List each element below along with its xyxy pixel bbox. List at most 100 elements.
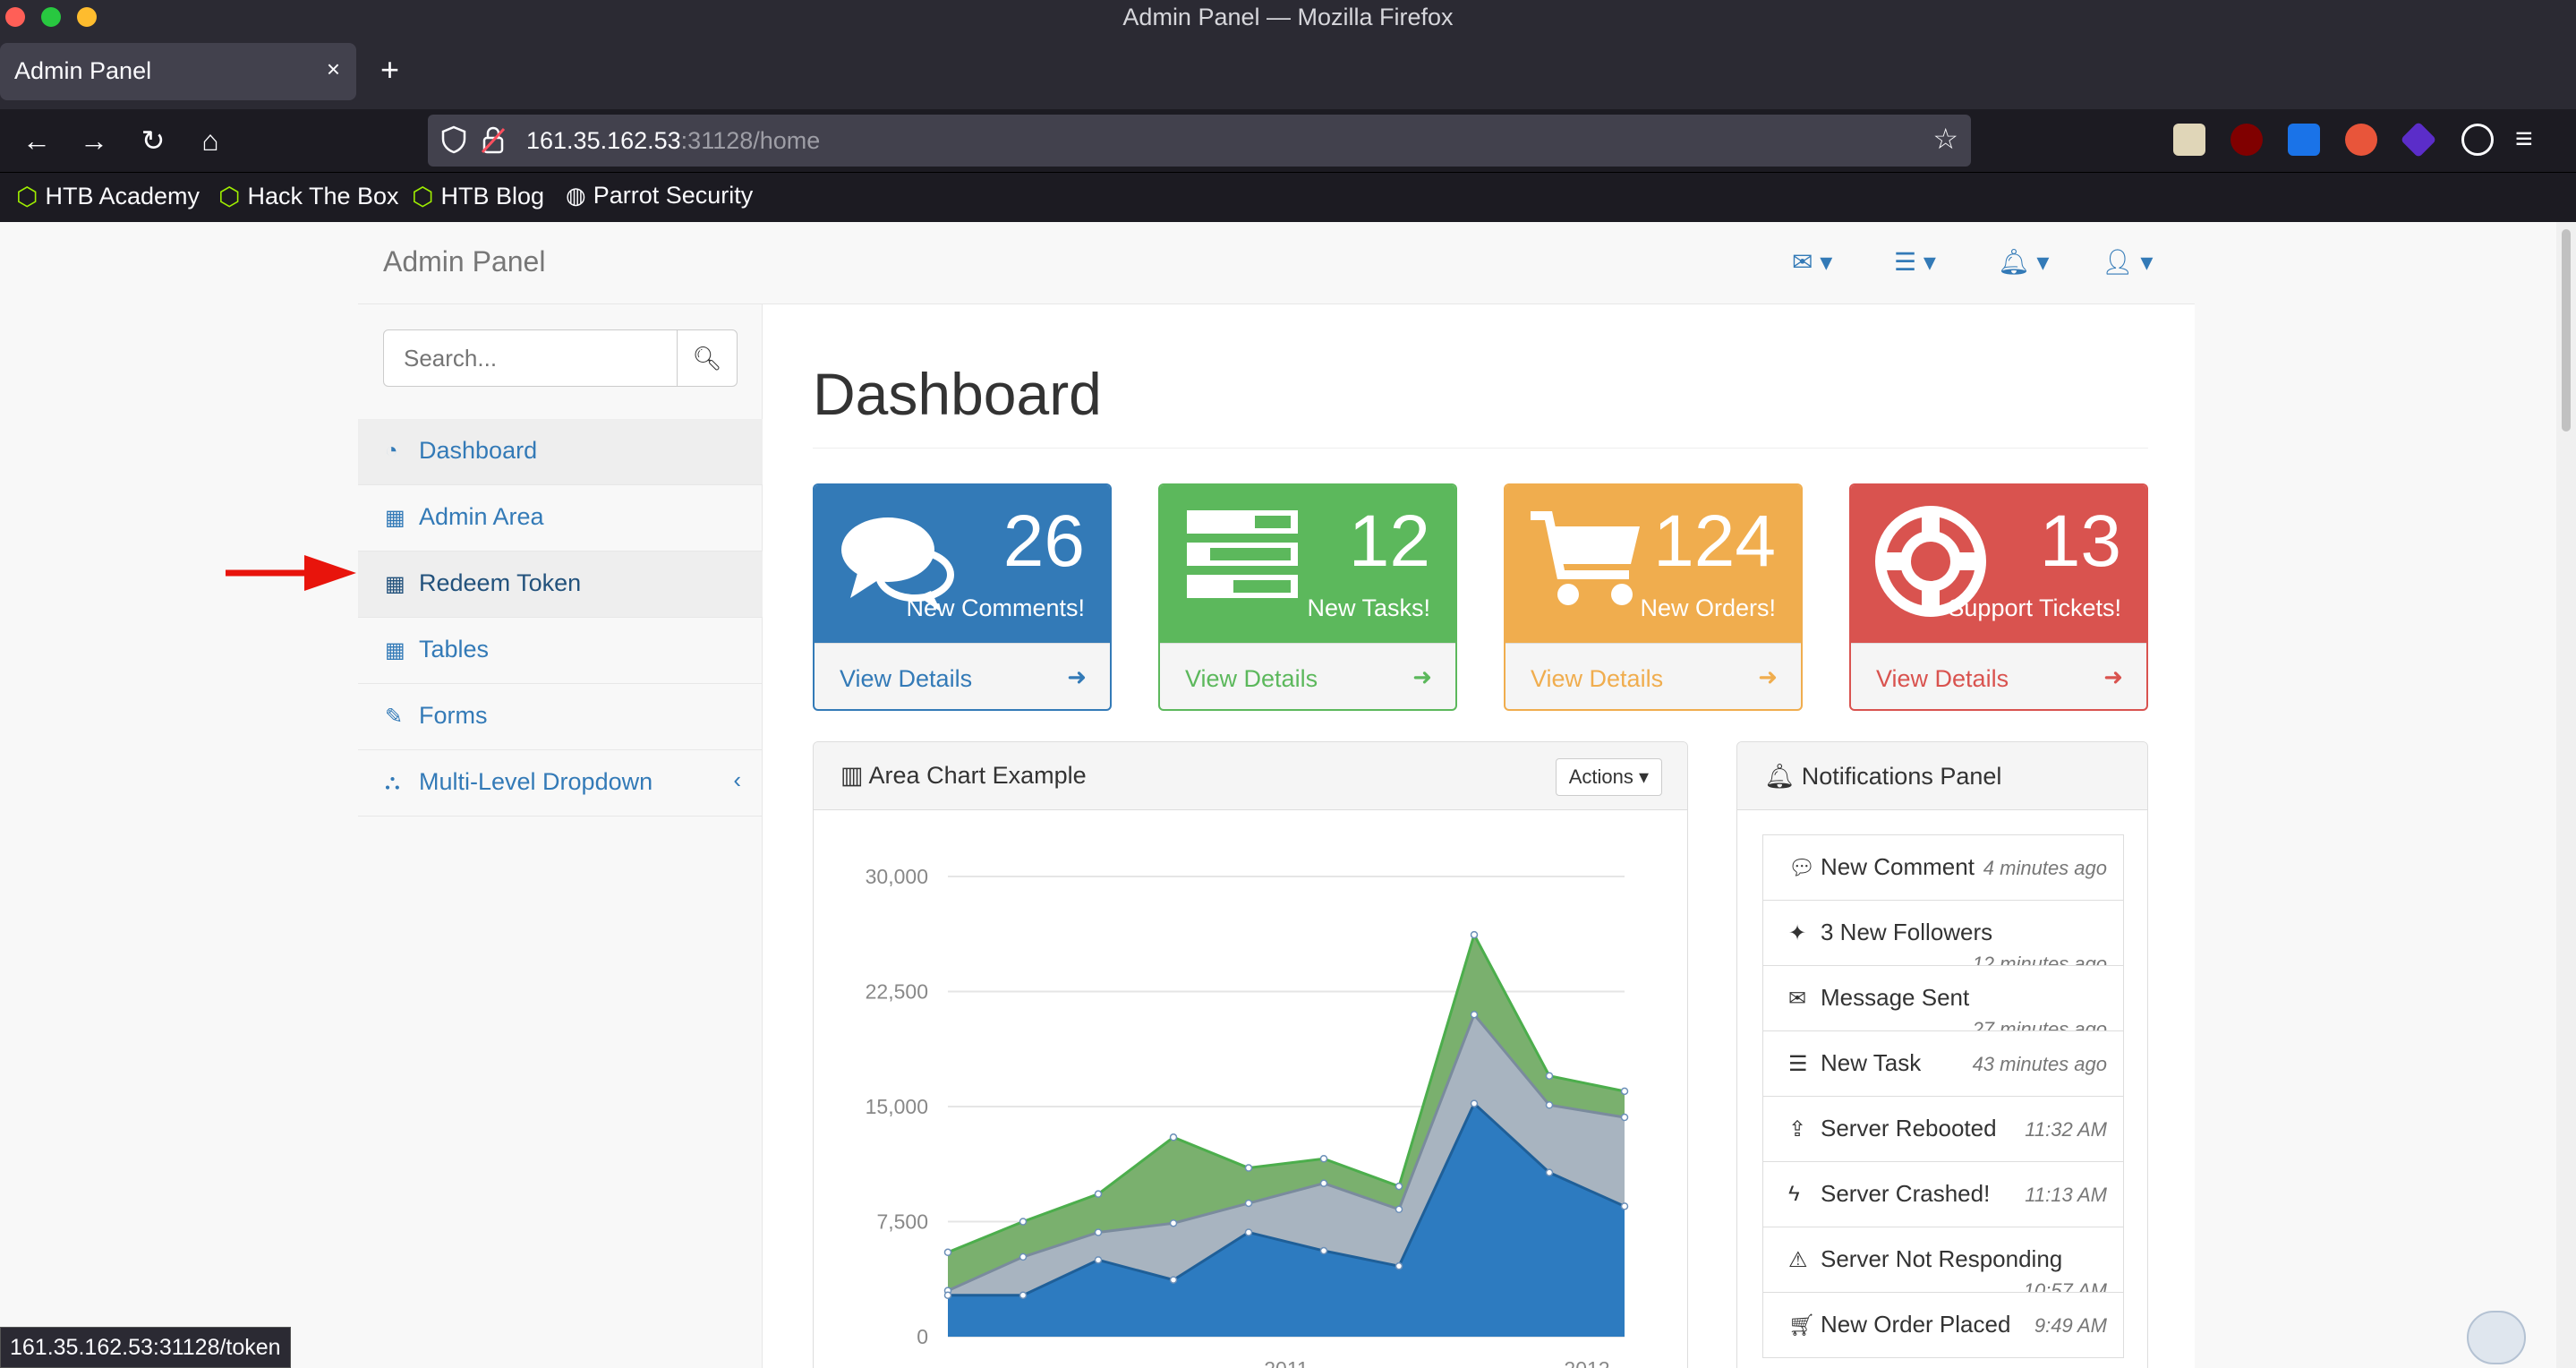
- page-viewport: Admin Panel ✉ ▾ ☰ ▾ 🔔︎ ▾ 👤︎ ▾ 🔍︎ ◔ Dashb…: [0, 222, 2576, 1368]
- tab-admin-panel[interactable]: Admin Panel ×: [0, 43, 356, 100]
- data-point: [1019, 1291, 1028, 1299]
- heading-divider: [813, 448, 2148, 449]
- view-details-link[interactable]: View Details ➜: [815, 643, 1110, 709]
- notifications-title: 🔔︎ Notifications Panel: [1764, 762, 2001, 791]
- window-titlebar: Admin Panel — Mozilla Firefox: [0, 0, 2576, 36]
- data-point: [943, 1248, 952, 1257]
- notification-item[interactable]: 🛒︎ New Order Placed 9:49 AM: [1762, 1292, 2124, 1358]
- sidebar-item-multi-level-dropdown[interactable]: ⛬ Multi-Level Dropdown ‹: [358, 750, 763, 817]
- sidebar-item-forms[interactable]: ✎ Forms: [358, 684, 763, 750]
- notification-item[interactable]: ✉ Message Sent 27 minutes ago: [1762, 965, 2124, 1031]
- sidebar-item-admin-area[interactable]: ▦ Admin Area: [358, 485, 763, 551]
- url-bar[interactable]: 161.35.162.53:31128/home ☆: [428, 115, 1971, 167]
- view-details-label: View Details: [1185, 665, 1318, 692]
- comment-icon: 💬︎: [1788, 856, 1816, 880]
- data-point: [1019, 1253, 1028, 1261]
- extension-s-icon[interactable]: [2288, 124, 2320, 156]
- notifications-heading: 🔔︎ Notifications Panel: [1737, 742, 2147, 810]
- sidebar-item-redeem-token[interactable]: ▦ Redeem Token: [358, 551, 763, 618]
- sidebar-item-label: Forms: [419, 702, 488, 729]
- dashboard-icon: ◔: [385, 439, 398, 463]
- sidebar-item-label: Multi-Level Dropdown: [419, 768, 653, 795]
- new-tab-button[interactable]: +: [380, 52, 399, 88]
- extension-sneaker-icon[interactable]: [2173, 124, 2205, 156]
- data-point: [1545, 1168, 1554, 1176]
- upload-icon: ⇪: [1788, 1117, 1807, 1141]
- envelope-dropdown-icon[interactable]: ✉ ▾: [1792, 247, 1832, 277]
- data-point: [1244, 1199, 1253, 1208]
- view-details-link[interactable]: View Details ➜: [1506, 643, 1801, 709]
- actions-dropdown-button[interactable]: Actions ▾: [1555, 758, 1662, 796]
- y-tick-label: 7,500: [876, 1210, 928, 1234]
- bookmark-star-icon[interactable]: ☆: [1932, 122, 1958, 156]
- navbar-brand[interactable]: Admin Panel: [383, 245, 545, 278]
- notification-item[interactable]: ϟ Server Crashed! 11:13 AM: [1762, 1161, 2124, 1227]
- search-input[interactable]: [383, 329, 678, 387]
- shield-icon[interactable]: [440, 125, 467, 154]
- user-dropdown-icon[interactable]: 👤︎ ▾: [2102, 247, 2153, 277]
- sidebar-item-dashboard[interactable]: ◔ Dashboard: [358, 419, 763, 485]
- data-point: [1319, 1179, 1328, 1187]
- notification-item[interactable]: 💬︎ New Comment 4 minutes ago: [1762, 834, 2124, 901]
- stat-count: 26: [1002, 500, 1085, 582]
- close-tab-icon[interactable]: ×: [327, 56, 340, 83]
- data-point: [1169, 1276, 1178, 1284]
- data-point: [1395, 1205, 1403, 1214]
- data-point: [1620, 1087, 1629, 1096]
- notification-text: New Comment: [1821, 853, 1975, 880]
- cookie-icon[interactable]: [2461, 124, 2494, 156]
- search-button[interactable]: 🔍︎: [677, 329, 738, 387]
- url-host: 161.35.162.53: [526, 127, 681, 154]
- bell-dropdown-icon[interactable]: 🔔︎ ▾: [1998, 247, 2049, 277]
- bookmark-parrot-security[interactable]: ◍ Parrot Security: [566, 182, 753, 209]
- stat-panel-heading: 26 New Comments!: [815, 485, 1110, 643]
- area-chart-panel: ▥ Area Chart Example Actions ▾ 30,000 22,…: [813, 741, 1688, 1368]
- y-tick-label: 30,000: [866, 865, 928, 888]
- data-point: [1244, 1228, 1253, 1236]
- area-chart: 30,000 22,500 15,000 7,500 0 2011 2012: [866, 865, 1629, 1368]
- back-button[interactable]: ←: [18, 122, 55, 159]
- stat-label: New Comments!: [906, 594, 1085, 621]
- stat-label: New Orders!: [1640, 594, 1776, 621]
- notification-item[interactable]: ☰ New Task 43 minutes ago: [1762, 1030, 2124, 1097]
- data-point: [1244, 1164, 1253, 1172]
- insecure-lock-icon[interactable]: [480, 125, 507, 154]
- bookmark-hack-the-box[interactable]: ⬡ Hack The Box: [218, 182, 399, 211]
- forward-button[interactable]: →: [75, 122, 113, 159]
- twitter-icon: ✦: [1788, 921, 1807, 945]
- notification-time: 27 minutes ago: [1972, 1018, 2107, 1031]
- nav-toolbar: ← → ↻ ⌂ 161.35.162.53:31128/home ☆ ≡: [0, 109, 2576, 172]
- sidebar-item-label: Dashboard: [419, 437, 538, 464]
- app-menu-icon[interactable]: ≡: [2515, 122, 2533, 157]
- data-point: [1470, 1099, 1479, 1107]
- data-point: [1094, 1228, 1103, 1236]
- notification-item[interactable]: ⚠ Server Not Responding 10:57 AM: [1762, 1227, 2124, 1293]
- home-button[interactable]: ⌂: [192, 122, 229, 159]
- notification-item[interactable]: ⇪ Server Rebooted 11:32 AM: [1762, 1096, 2124, 1162]
- bookmark-htb-academy[interactable]: ⬡ HTB Academy: [16, 182, 200, 211]
- notification-item[interactable]: ✦ 3 New Followers 12 minutes ago: [1762, 900, 2124, 966]
- extension-diamond-icon[interactable]: [2400, 121, 2437, 158]
- actions-label: Actions: [1568, 765, 1633, 788]
- stat-panel-tasks: 12 New Tasks! View Details ➜: [1158, 483, 1457, 711]
- view-details-link[interactable]: View Details ➜: [1160, 643, 1455, 709]
- sidebar-item-tables[interactable]: ▦ Tables: [358, 618, 763, 684]
- reload-button[interactable]: ↻: [134, 122, 172, 159]
- tasks-dropdown-icon[interactable]: ☰ ▾: [1894, 247, 1936, 277]
- status-bar-url: 161.35.162.53:31128/token: [0, 1327, 291, 1368]
- bookmark-htb-blog[interactable]: ⬡ HTB Blog: [412, 182, 544, 211]
- globe-icon: ◍: [566, 182, 586, 209]
- notification-time: 11:13 AM: [2025, 1184, 2107, 1206]
- notification-text: Server Crashed!: [1821, 1180, 1991, 1207]
- ublock-origin-icon[interactable]: [2231, 124, 2263, 156]
- warning-icon: ⚠: [1788, 1248, 1808, 1272]
- extension-red-circle-icon[interactable]: [2345, 124, 2377, 156]
- clipboard-icon[interactable]: [2467, 1311, 2526, 1364]
- scrollbar-thumb[interactable]: [2562, 229, 2571, 432]
- bookmark-label: HTB Academy: [45, 183, 200, 209]
- arrow-circle-right-icon: ➜: [2103, 663, 2123, 690]
- url-text[interactable]: 161.35.162.53:31128/home: [526, 127, 820, 155]
- stat-count: 12: [1348, 500, 1430, 582]
- x-tick-label: 2011: [1264, 1357, 1308, 1368]
- view-details-link[interactable]: View Details ➜: [1851, 643, 2146, 709]
